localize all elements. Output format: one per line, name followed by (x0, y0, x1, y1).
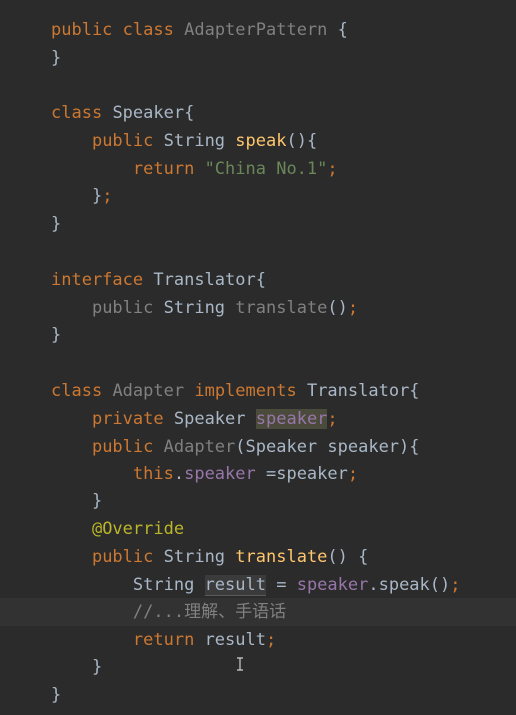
type-name: String (163, 131, 226, 151)
comment: //...理解、手语话 (132, 602, 287, 622)
method-call: .speak() (368, 575, 451, 595)
keyword: return (132, 630, 195, 650)
keyword: public (91, 298, 154, 318)
code-line-5[interactable]: public String speak(){ (51, 127, 317, 155)
semicolon: ; (347, 464, 359, 484)
code-line-23[interactable]: return result; (51, 626, 276, 654)
code-line-15[interactable]: private Speaker speaker; (51, 405, 338, 433)
interface-name: Translator{ (306, 381, 420, 401)
keyword: public (91, 131, 154, 151)
dot: . (173, 464, 185, 484)
code-line-1[interactable]: public class AdapterPattern { (51, 16, 348, 44)
code-line-16[interactable]: public Adapter(Speaker speaker){ (51, 433, 420, 461)
code-line-7[interactable]: }; (51, 182, 113, 210)
keyword: public (91, 437, 154, 457)
variable-highlighted: result (204, 575, 266, 596)
code-punctuation: () (327, 298, 348, 318)
class-name: Speaker{ (112, 103, 195, 123)
semicolon: ; (327, 159, 338, 179)
brace: } (51, 685, 62, 705)
code-line-2[interactable]: } (51, 44, 61, 72)
code-line-4[interactable]: class Speaker{ (51, 99, 194, 127)
semicolon: ; (327, 409, 338, 429)
code-editor[interactable]: public class AdapterPattern { } class Sp… (0, 0, 516, 715)
brace: } (91, 657, 103, 677)
code-line-14[interactable]: class Adapter implements Translator{ (51, 377, 420, 405)
method-name: translate (235, 298, 328, 318)
type-name: String (163, 547, 226, 567)
code-punctuation: () { (327, 547, 369, 567)
code-line-25[interactable]: } (51, 681, 61, 709)
brace: } (51, 214, 62, 234)
semicolon: ; (347, 298, 359, 318)
variable: result (204, 630, 266, 650)
interface-name: Translator{ (153, 270, 266, 290)
code-line-12[interactable]: } (51, 321, 61, 349)
type-name: String (163, 298, 226, 318)
field-name: speaker (296, 575, 369, 595)
brace: } (51, 48, 62, 68)
code-line-6[interactable]: return "China No.1"; (51, 155, 338, 183)
brace: } (51, 325, 62, 345)
code-line-18[interactable]: } (51, 487, 102, 515)
code-line-20[interactable]: public String translate() { (51, 543, 368, 571)
method-name: speak (235, 131, 287, 151)
code-punctuation: (){ (286, 131, 318, 151)
semicolon: ; (265, 630, 277, 650)
code-line-17[interactable]: this.speaker =speaker; (51, 460, 358, 488)
code-line-11[interactable]: public String translate(); (51, 294, 358, 322)
code-line-21[interactable]: String result = speaker.speak(); (51, 571, 461, 599)
field-name-highlighted: speaker (255, 409, 328, 429)
keyword: public (91, 547, 154, 567)
semicolon: ; (450, 575, 461, 595)
type-name: String (132, 575, 195, 595)
brace: } (91, 186, 103, 206)
keyword: private (91, 409, 164, 429)
operator: = (265, 575, 297, 595)
keyword: class (51, 381, 103, 401)
method-name: translate (235, 547, 328, 567)
field-name: speaker (184, 464, 256, 484)
semicolon: ; (102, 186, 113, 206)
keyword: this (132, 464, 174, 484)
code-line-10[interactable]: interface Translator{ (51, 266, 266, 294)
keyword: interface (51, 270, 144, 290)
assignment: =speaker (255, 464, 348, 484)
keyword: public (51, 20, 113, 40)
constructor-name: Adapter (163, 437, 236, 457)
code-line-24[interactable]: } (51, 653, 102, 681)
class-name: Adapter (112, 381, 185, 401)
keyword: return (132, 159, 195, 179)
keyword: class (51, 103, 103, 123)
keyword: implements (194, 381, 297, 401)
code-line-19[interactable]: @Override (51, 515, 184, 543)
i-beam-cursor-icon (236, 657, 244, 671)
type-name: Speaker (173, 409, 246, 429)
parameter-list: (Speaker speaker){ (235, 437, 420, 457)
annotation: @Override (91, 519, 185, 539)
brace: { (337, 20, 348, 40)
class-name: AdapterPattern (184, 20, 328, 40)
string-literal: "China No.1" (204, 159, 328, 179)
brace: } (91, 491, 103, 511)
code-line-22[interactable]: //...理解、手语话 (51, 598, 286, 626)
keyword: class (122, 20, 174, 40)
code-line-8[interactable]: } (51, 210, 61, 238)
